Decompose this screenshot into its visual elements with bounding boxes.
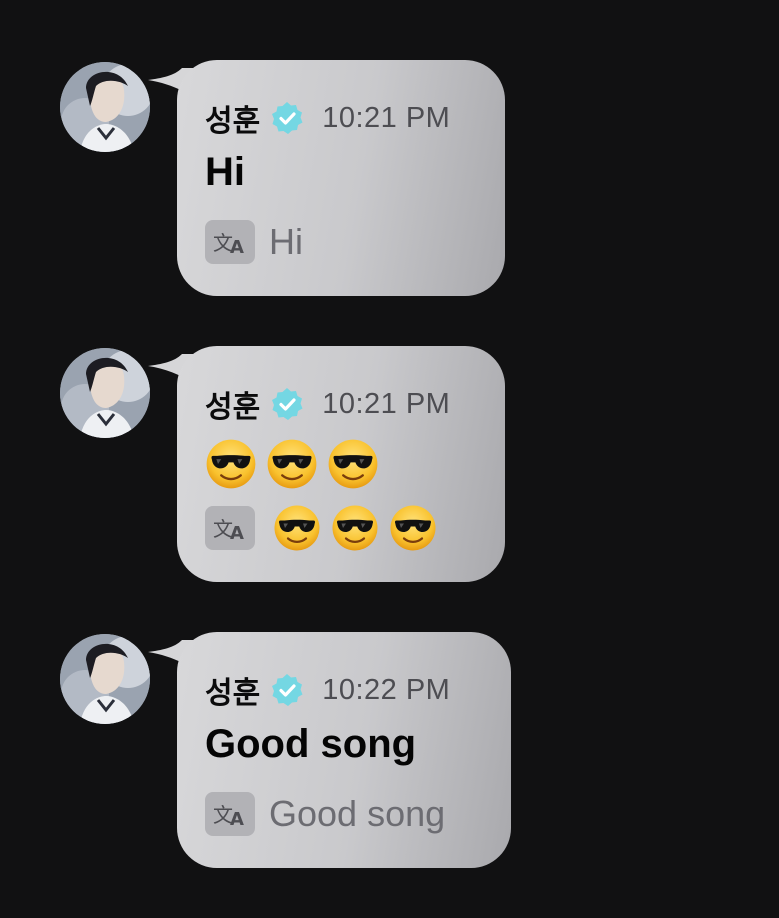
verified-check-icon — [270, 387, 304, 421]
translated-text: Good song — [269, 793, 446, 834]
verified-check-icon — [270, 673, 304, 707]
message-header: 성훈 10:21 PM — [205, 384, 451, 425]
message-time: 10:21 PM — [322, 387, 451, 420]
avatar[interactable] — [60, 348, 150, 438]
avatar[interactable] — [60, 62, 150, 152]
message-header: 성훈 10:22 PM — [205, 670, 451, 711]
translation-row: Hi — [205, 220, 303, 264]
message-bubble[interactable]: 성훈 10:21 PM Hi Hi — [177, 60, 505, 296]
message-time: 10:22 PM — [322, 673, 451, 706]
message-time: 10:21 PM — [322, 101, 451, 134]
translate-icon[interactable] — [205, 220, 255, 264]
sunglasses-emoji-icon: 😎 — [327, 438, 379, 490]
translated-text: Hi — [269, 221, 303, 262]
sender-name: 성훈 — [205, 390, 261, 425]
sunglasses-emoji-icon: 😎 — [205, 438, 257, 490]
sunglasses-emoji-icon: 😎 — [273, 504, 321, 552]
sender-name: 성훈 — [205, 676, 261, 711]
message-emoji-row: 😎 😎 😎 — [205, 438, 379, 490]
message-text: Hi — [205, 150, 245, 194]
sender-name: 성훈 — [205, 104, 261, 139]
translation-row: 😎 😎 😎 — [205, 506, 437, 550]
message-text: Good song — [205, 722, 417, 766]
chat-thread: 성훈 10:21 PM Hi Hi 성훈 10:21 PM 성훈 10:22 P… — [0, 0, 779, 918]
verified-check-icon — [270, 101, 304, 135]
sunglasses-emoji-icon: 😎 — [389, 504, 437, 552]
translate-icon[interactable] — [205, 792, 255, 836]
sunglasses-emoji-icon: 😎 — [266, 438, 318, 490]
translate-icon[interactable] — [205, 506, 255, 550]
message-bubble[interactable]: 성훈 10:22 PM Good song Good song — [177, 632, 511, 868]
sunglasses-emoji-icon: 😎 — [331, 504, 379, 552]
message-header: 성훈 10:21 PM — [205, 98, 451, 139]
avatar[interactable] — [60, 634, 150, 724]
translated-emoji-row: 😎 😎 😎 — [273, 504, 437, 552]
message-bubble[interactable]: 성훈 10:21 PM 😎 😎 😎 😎 😎 😎 — [177, 346, 505, 582]
translation-row: Good song — [205, 792, 445, 836]
